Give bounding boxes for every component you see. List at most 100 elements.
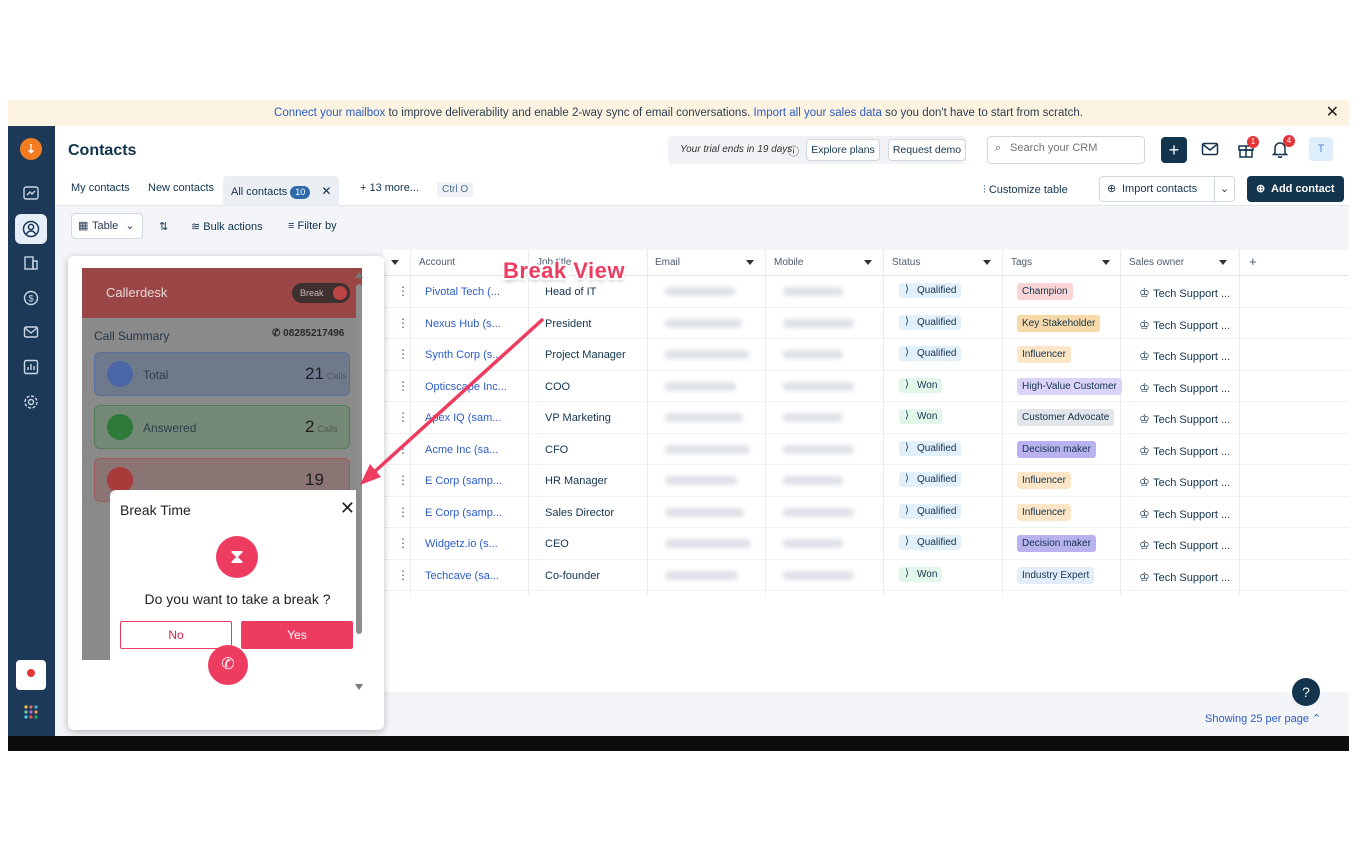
yes-button[interactable]: Yes [241,621,353,649]
scroll-down-icon[interactable] [355,684,363,690]
status-badge[interactable]: Qualified [899,472,962,487]
status-badge[interactable]: Qualified [899,503,962,519]
status-badge[interactable]: Qualified [899,283,962,298]
caret-down-icon[interactable] [864,260,872,265]
no-button[interactable]: No [120,621,232,649]
search-box[interactable]: ⌕ [987,136,1145,164]
mail-icon[interactable] [1201,140,1221,160]
row-menu-icon[interactable]: ⋮ [397,568,409,582]
tag-badge[interactable]: Influencer [1017,503,1071,521]
sales-owner-cell[interactable]: Tech Support ... [1139,475,1230,489]
tag-badge[interactable]: Key Stakeholder [1017,314,1101,332]
add-contact-button[interactable]: ⊕ Add contact [1247,176,1344,202]
apps-grid-icon[interactable] [19,700,43,724]
add-column-button[interactable]: + [1249,254,1257,269]
caret-down-icon[interactable] [983,260,991,265]
account-cell[interactable]: Nexus Hub (s... [425,318,525,330]
app-logo-icon[interactable]: ⇣ [20,138,42,160]
status-badge[interactable]: Qualified [899,440,962,456]
sales-owner-cell[interactable]: Tech Support ... [1139,412,1230,426]
caret-down-icon[interactable] [391,260,399,265]
filter-by-button[interactable]: ≡ Filter by [288,220,337,232]
col-tags[interactable]: Tags [1011,257,1032,268]
close-tab-icon[interactable]: ✕ [321,184,331,198]
help-button[interactable]: ? [1292,678,1320,706]
settings-icon[interactable] [19,390,43,414]
account-cell[interactable]: E Corp (samp... [425,475,525,487]
account-cell[interactable]: Synth Corp (s... [425,349,525,361]
break-toggle[interactable]: Break [292,283,350,303]
tab-my-contacts[interactable]: My contacts [71,182,130,206]
table-row[interactable]: ⋮ Acme Inc (sa... CFO Qualified Decision mak… [383,434,1349,465]
chevron-down-icon[interactable]: ⌄ [1214,177,1234,201]
explore-plans-button[interactable]: Explore plans [806,139,880,161]
account-cell[interactable]: Acme Inc (sa... [425,444,525,456]
tag-badge[interactable]: High-Value Customer [1017,377,1122,395]
tag-badge[interactable]: Influencer [1017,346,1071,363]
tab-all-contacts[interactable]: All contacts 10 ✕ [223,176,340,206]
sales-owner-cell[interactable]: Tech Support ... [1139,538,1230,552]
view-type-select[interactable]: ▦ Table ⌄ [71,213,143,239]
row-menu-icon[interactable]: ⋮ [397,410,409,424]
mail-icon[interactable] [19,320,43,344]
tab-new-contacts[interactable]: New contacts [148,182,214,206]
table-row[interactable]: ⋮ Opticscape Inc... COO Won High-Value Custo… [383,371,1349,402]
quick-add-button[interactable]: + [1161,137,1187,163]
dashboard-icon[interactable] [19,181,43,205]
sales-owner-cell[interactable]: Tech Support ... [1139,444,1230,458]
close-icon[interactable]: ✕ [340,498,355,519]
pagination-control[interactable]: Showing 25 per page ⌃ [1205,712,1321,725]
row-menu-icon[interactable]: ⋮ [397,505,409,519]
caret-down-icon[interactable] [746,260,754,265]
row-menu-icon[interactable]: ⋮ [397,316,409,330]
deals-icon[interactable]: $ [19,286,43,310]
table-row[interactable]: ⋮ Widgetz.io (s... CEO Qualified Decision ma… [383,528,1349,560]
col-email[interactable]: Email [655,257,680,268]
dialpad-icon[interactable]: ✆ [208,645,248,685]
table-row[interactable]: ⋮ Nexus Hub (s... President Qualified Key St… [383,308,1349,339]
tag-badge[interactable]: Decision maker [1017,440,1096,458]
account-cell[interactable]: Techcave (sa... [425,570,525,582]
status-badge[interactable]: Qualified [899,346,962,361]
scrollbar[interactable] [354,272,364,692]
search-input[interactable] [1010,142,1140,154]
table-row[interactable]: ⋮ Synth Corp (s... Project Manager Qualifie… [383,339,1349,371]
col-account[interactable]: Account [419,257,455,268]
request-demo-button[interactable]: Request demo [888,139,966,161]
close-icon[interactable]: ✕ [1326,100,1339,126]
reports-icon[interactable] [19,355,43,379]
sales-owner-cell[interactable]: Tech Support ... [1139,318,1230,332]
account-cell[interactable]: Widgetz.io (s... [425,538,525,550]
account-cell[interactable]: E Corp (samp... [425,507,525,519]
row-menu-icon[interactable]: ⋮ [397,473,409,487]
customize-table-button[interactable]: ⫶ Customize table [983,184,1068,197]
row-menu-icon[interactable]: ⋮ [397,284,409,298]
scroll-thumb[interactable] [356,284,362,634]
caret-down-icon[interactable] [1102,260,1110,265]
bulk-actions-button[interactable]: ≋ Bulk actions [191,220,263,233]
sort-icon[interactable]: ⇅ [159,220,168,233]
col-status[interactable]: Status [892,257,920,268]
contacts-icon[interactable] [15,214,47,244]
account-cell[interactable]: Apex IQ (sam... [425,412,525,424]
account-cell[interactable]: Opticscape Inc... [425,381,525,393]
table-row[interactable]: ⋮ E Corp (samp... Sales Director Qualified I… [383,497,1349,528]
col-mobile[interactable]: Mobile [774,257,803,268]
tag-badge[interactable]: Decision maker [1017,535,1096,552]
row-menu-icon[interactable]: ⋮ [397,379,409,393]
avatar[interactable]: T [1309,137,1333,161]
caret-down-icon[interactable] [1219,260,1227,265]
import-contacts-button[interactable]: ⊕ Import contacts ⌄ [1099,176,1235,202]
row-menu-icon[interactable]: ⋮ [397,442,409,456]
status-badge[interactable]: Won [899,377,943,393]
tag-badge[interactable]: Customer Advocate [1017,409,1115,426]
import-data-link[interactable]: Import all your sales data [753,107,881,119]
tag-badge[interactable]: Influencer [1017,472,1071,489]
sales-owner-cell[interactable]: Tech Support ... [1139,286,1230,300]
status-badge[interactable]: Won [899,566,943,582]
row-menu-icon[interactable]: ⋮ [397,536,409,550]
scroll-up-icon[interactable] [355,272,363,278]
more-views-button[interactable]: + 13 more... [360,182,419,206]
tag-badge[interactable]: Champion [1017,283,1073,300]
status-badge[interactable]: Qualified [899,314,962,330]
